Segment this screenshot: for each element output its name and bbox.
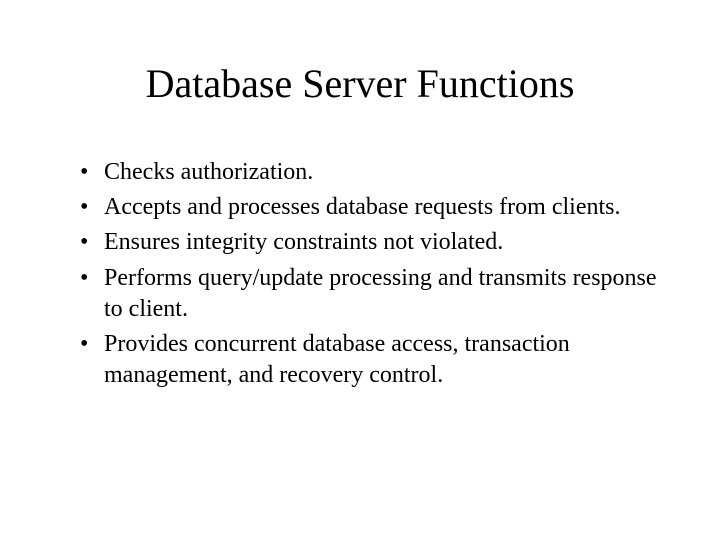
list-item: Provides concurrent database access, tra… xyxy=(80,329,660,391)
list-item: Performs query/update processing and tra… xyxy=(80,263,660,325)
list-item: Checks authorization. xyxy=(80,157,660,188)
bullet-list: Checks authorization. Accepts and proces… xyxy=(60,157,660,391)
list-item: Accepts and processes database requests … xyxy=(80,192,660,223)
slide-title: Database Server Functions xyxy=(60,60,660,107)
list-item: Ensures integrity constraints not violat… xyxy=(80,227,660,258)
